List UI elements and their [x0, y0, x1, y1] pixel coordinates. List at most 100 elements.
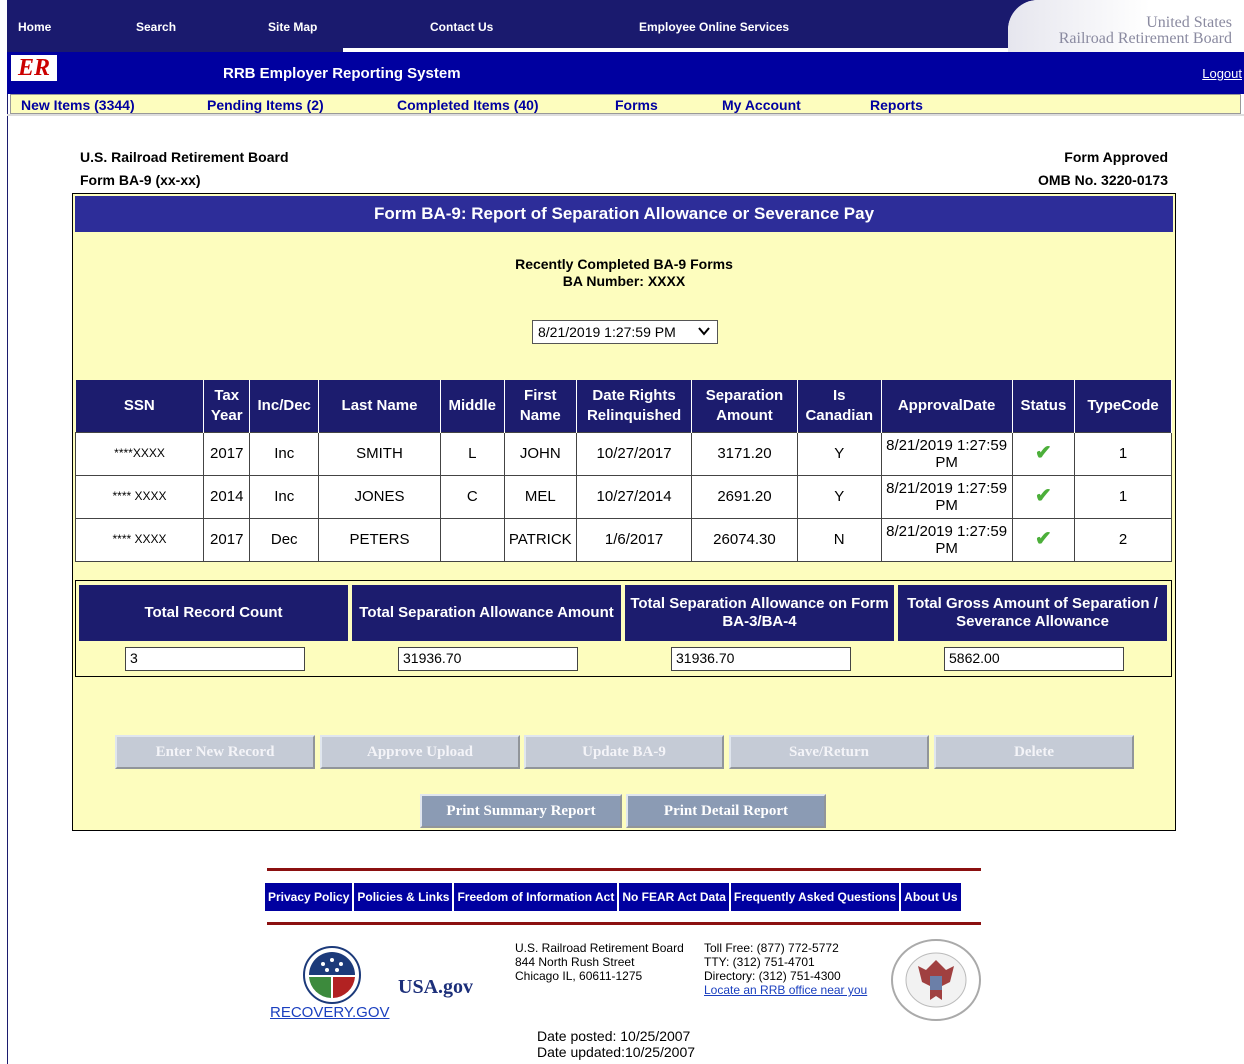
- footer-links: Privacy Policy Policies & Links Freedom …: [265, 883, 963, 911]
- table-header-row: SSN Tax Year Inc/Dec Last Name Middle Fi…: [75, 380, 1172, 432]
- agency-banner[interactable]: United States Railroad Retirement Board: [1008, 0, 1244, 52]
- table-row: **** XXXX 2014 Inc JONES C MEL 10/27/201…: [74, 474, 1172, 519]
- checkmark-icon: ✔: [1034, 527, 1052, 550]
- cell-last-name: JONES: [317, 474, 441, 519]
- contact-tty: TTY: (312) 751-4701: [704, 955, 815, 969]
- completed-date-value: 8/21/2019 1:27:59 PM: [538, 324, 676, 340]
- footer-link-about[interactable]: About Us: [901, 883, 961, 911]
- logout-link[interactable]: Logout: [1202, 66, 1242, 81]
- system-title: RRB Employer Reporting System: [223, 65, 461, 82]
- menu-my-account[interactable]: My Account: [722, 97, 801, 113]
- print-summary-report-button[interactable]: Print Summary Report: [420, 794, 622, 828]
- table-row: ****XXXX 2017 Inc SMITH L JOHN 10/27/201…: [74, 431, 1172, 476]
- cell-first-name: MEL: [503, 474, 578, 519]
- nav-employee-services-link[interactable]: Employee Online Services: [639, 20, 789, 34]
- checkmark-icon: ✔: [1034, 484, 1052, 507]
- enter-new-record-button[interactable]: Enter New Record: [115, 735, 315, 769]
- cell-middle: C: [439, 474, 505, 519]
- total-gross-amount-header: Total Gross Amount of Separation / Sever…: [898, 585, 1167, 641]
- col-last-name: Last Name: [318, 380, 441, 432]
- footer-link-policies[interactable]: Policies & Links: [354, 883, 453, 911]
- approve-upload-button[interactable]: Approve Upload: [320, 735, 520, 769]
- totals-panel: Total Record Count Total Separation Allo…: [75, 580, 1172, 677]
- col-tax-year: Tax Year: [203, 380, 251, 432]
- completed-date-select[interactable]: 8/21/2019 1:27:59 PM: [532, 320, 718, 344]
- usa-gov-text: USA.gov: [398, 976, 474, 998]
- contact-toll-free: Toll Free: (877) 772-5772: [704, 941, 839, 955]
- total-ba3-ba4-field[interactable]: 31936.70: [671, 647, 851, 671]
- cell-is-canadian: N: [796, 517, 882, 562]
- nav-search-link[interactable]: Search: [136, 20, 176, 34]
- cell-last-name: PETERS: [317, 517, 441, 562]
- cell-is-canadian: Y: [796, 431, 882, 476]
- cell-date-rights: 10/27/2014: [576, 474, 693, 519]
- cell-ssn: **** XXXX: [74, 474, 205, 519]
- footer-link-faq[interactable]: Frequently Asked Questions: [730, 883, 900, 911]
- cell-status: ✔: [1011, 431, 1076, 476]
- total-separation-amount-field[interactable]: 31936.70: [398, 647, 578, 671]
- rrb-contact: Toll Free: (877) 772-5772 TTY: (312) 751…: [704, 941, 867, 997]
- address-line: U.S. Railroad Retirement Board: [515, 941, 684, 955]
- menu-reports[interactable]: Reports: [870, 97, 923, 113]
- delete-button[interactable]: Delete: [934, 735, 1134, 769]
- form-panel: Form BA-9: Report of Separation Allowanc…: [72, 193, 1176, 831]
- total-record-count-field[interactable]: 3: [125, 647, 305, 671]
- rrb-seal-icon: [890, 938, 982, 1022]
- menu-new-items[interactable]: New Items (3344): [21, 97, 135, 113]
- nav-sitemap-link[interactable]: Site Map: [268, 20, 317, 34]
- cell-date-rights: 10/27/2017: [576, 431, 693, 476]
- ba-number-line: BA Number: XXXX: [73, 273, 1175, 290]
- total-gross-amount-field[interactable]: 5862.00: [944, 647, 1124, 671]
- usa-gov-logo[interactable]: USA.gov: [398, 976, 473, 999]
- footer-link-privacy[interactable]: Privacy Policy: [265, 883, 353, 911]
- menu-forms[interactable]: Forms: [615, 97, 658, 113]
- form-id: Form BA-9 (xx-xx): [80, 172, 201, 188]
- agency-name-line2: Railroad Retirement Board: [1058, 30, 1232, 47]
- save-return-button[interactable]: Save/Return: [729, 735, 929, 769]
- ba-number-label: BA Number:: [562, 273, 644, 289]
- footer-link-no-fear[interactable]: No FEAR Act Data: [619, 883, 729, 911]
- cell-is-canadian: Y: [796, 474, 882, 519]
- org-name: U.S. Railroad Retirement Board: [80, 149, 289, 165]
- top-nav: Home Search Site Map Contact Us Employee…: [7, 0, 1244, 52]
- update-ba9-button[interactable]: Update BA-9: [524, 735, 724, 769]
- nav-home-link[interactable]: Home: [18, 20, 51, 34]
- chevron-down-icon: [697, 323, 711, 342]
- cell-middle: [439, 517, 505, 562]
- col-approval-date: ApprovalDate: [881, 380, 1013, 432]
- cell-first-name: JOHN: [503, 431, 578, 476]
- cell-first-name: PATRICK: [503, 517, 578, 562]
- ba-number-value: XXXX: [647, 273, 686, 289]
- locate-office-link[interactable]: Locate an RRB office near you: [704, 983, 867, 997]
- address-line: 844 North Rush Street: [515, 955, 635, 969]
- nav-contact-link[interactable]: Contact Us: [430, 20, 493, 34]
- footer-link-foia[interactable]: Freedom of Information Act: [454, 883, 618, 911]
- completed-records-table: SSN Tax Year Inc/Dec Last Name Middle Fi…: [74, 380, 1172, 562]
- col-first-name: First Name: [504, 380, 578, 432]
- date-info: Date posted: 10/25/2007 Date updated:10/…: [537, 1028, 695, 1060]
- col-ssn: SSN: [75, 380, 205, 432]
- print-detail-report-button[interactable]: Print Detail Report: [626, 794, 826, 828]
- recent-forms-label: Recently Completed BA-9 Forms: [515, 256, 733, 272]
- table-row: **** XXXX 2017 Dec PETERS PATRICK 1/6/20…: [74, 517, 1172, 562]
- recovery-gov-seal-icon[interactable]: [303, 946, 361, 1004]
- system-bar: ER RRB Employer Reporting System Logout: [7, 52, 1244, 94]
- col-date-rights: Date Rights Relinquished: [576, 380, 693, 432]
- menu-pending-items[interactable]: Pending Items (2): [207, 97, 324, 113]
- col-status: Status: [1012, 380, 1076, 432]
- cell-tax-year: 2017: [203, 431, 251, 476]
- recovery-gov-link[interactable]: RECOVERY.GOV: [270, 1004, 390, 1021]
- recent-forms-heading: Recently Completed BA-9 Forms BA Number:…: [73, 256, 1175, 290]
- menu-completed-items[interactable]: Completed Items (40): [397, 97, 539, 113]
- form-title: Form BA-9: Report of Separation Allowanc…: [75, 196, 1173, 232]
- contact-directory: Directory: (312) 751-4300: [704, 969, 841, 983]
- cell-inc-dec: Inc: [249, 474, 319, 519]
- total-separation-amount-header: Total Separation Allowance Amount: [352, 585, 621, 641]
- form-approved: Form Approved: [1064, 149, 1168, 165]
- address-line: Chicago IL, 60611-1275: [515, 969, 643, 983]
- cell-approval-date: 8/21/2019 1:27:59 PM: [880, 474, 1013, 519]
- main-menu: New Items (3344) Pending Items (2) Compl…: [10, 94, 1241, 114]
- cell-status: ✔: [1011, 474, 1076, 519]
- menu-shadow: [7, 114, 1244, 116]
- er-logo: ER: [11, 55, 57, 81]
